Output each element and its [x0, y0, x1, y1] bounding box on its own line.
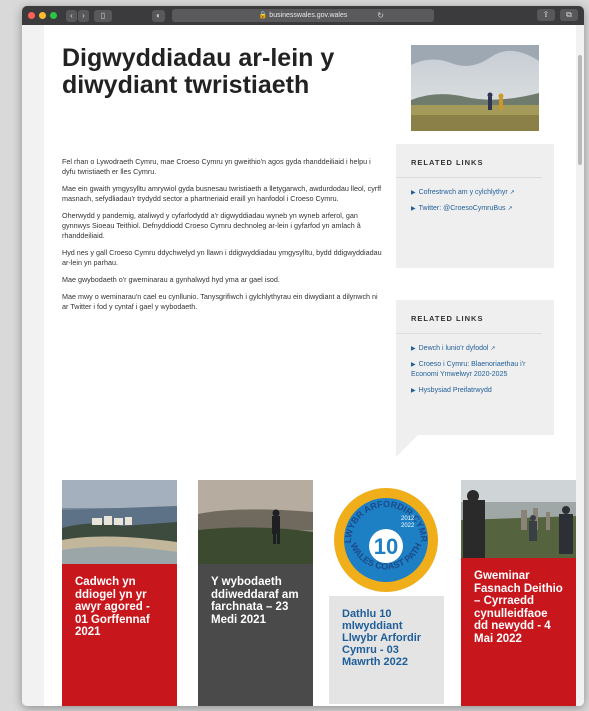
arrow-icon: ▶	[411, 190, 416, 196]
forward-button[interactable]: ›	[78, 9, 89, 22]
related-link[interactable]: ▶ Hysbysiad Preifatrwydd	[411, 386, 542, 396]
article-body: Fel rhan o Lywodraeth Cymru, mae Croeso …	[62, 157, 384, 319]
card-title: Dathlu 10 mlwyddiant Llwybr Arfordir Cym…	[329, 596, 444, 704]
browser-toolbar: ‹ › ▯ ◐ 🔒 businesswales.gov.wales ↻ ⇪ ⧉	[22, 6, 584, 25]
page-content: Digwyddiadau ar-lein y diwydiant twristi…	[44, 25, 576, 706]
svg-text:2022: 2022	[401, 523, 415, 529]
svg-text:2012: 2012	[401, 516, 415, 522]
card-title: Y wybodaeth ddiweddaraf am farchnata – 2…	[198, 564, 313, 706]
page-viewport: Digwyddiadau ar-lein y diwydiant twristi…	[22, 25, 584, 706]
related-link[interactable]: ▶ Twitter: @CroesoCymruBus ↗	[411, 204, 542, 214]
panel-notch	[396, 435, 418, 457]
reload-icon[interactable]: ↻	[377, 9, 384, 22]
paragraph: Hyd nes y gall Croeso Cymru ddychwelyd y…	[62, 248, 382, 267]
scrollbar[interactable]	[578, 55, 582, 165]
paragraph: Mae mwy o weminarau'n cael eu cynllunio.…	[62, 292, 378, 311]
zoom-window-button[interactable]	[50, 12, 57, 19]
arrow-icon: ▶	[411, 346, 416, 352]
paragraph: Mae ein gwaith ymgysylltu amrywiol gyda …	[62, 184, 382, 203]
wales-coast-path-logo: LLWYBR ARFORDIR CYMRU WALES COAST PATH 2…	[329, 480, 444, 596]
page-title: Digwyddiadau ar-lein y diwydiant twristi…	[62, 44, 335, 99]
external-link-icon: ↗	[509, 190, 515, 196]
external-link-icon: ↗	[507, 206, 513, 212]
related-links-panel: RELATED LINKS ▶ Cofrestrwch am y cylchlyt…	[396, 144, 554, 268]
card-image	[198, 480, 313, 564]
hero-image	[411, 45, 539, 131]
news-card[interactable]: LLWYBR ARFORDIR CYMRU WALES COAST PATH 2…	[329, 480, 444, 706]
external-link-icon: ↗	[490, 346, 496, 352]
related-links-heading: RELATED LINKS	[396, 144, 542, 178]
card-image	[62, 480, 177, 564]
arrow-icon: ▶	[411, 362, 416, 368]
arrow-icon: ▶	[411, 388, 416, 394]
related-links-heading: RELATED LINKS	[396, 300, 542, 334]
related-link[interactable]: ▶ Cofrestrwch am y cylchlythyr ↗	[411, 188, 542, 198]
related-link[interactable]: ▶ Croeso i Cymru: Blaenoriaethau i'r Econ…	[411, 360, 542, 380]
lock-icon: 🔒	[258, 12, 268, 19]
news-card[interactable]: Y wybodaeth ddiweddaraf am farchnata – 2…	[198, 480, 313, 706]
paragraph: Mae gwybodaeth o'r gweminarau a gynhalwy…	[62, 275, 280, 284]
card-image	[461, 480, 576, 558]
card-title: Gweminar Fasnach Deithio – Cyrraedd cynu…	[461, 558, 576, 706]
close-window-button[interactable]	[28, 12, 35, 19]
address-text: businesswales.gov.wales	[269, 12, 348, 19]
arrow-icon: ▶	[411, 206, 416, 212]
card-title: Cadwch yn ddiogel yn yr awyr agored - 01…	[62, 564, 177, 706]
news-card[interactable]: Gweminar Fasnach Deithio – Cyrraedd cynu…	[461, 480, 576, 706]
sidebar-icon[interactable]: ▯	[94, 9, 112, 22]
minimize-window-button[interactable]	[39, 12, 46, 19]
browser-window: ‹ › ▯ ◐ 🔒 businesswales.gov.wales ↻ ⇪ ⧉ …	[22, 6, 584, 706]
tabs-icon[interactable]: ⧉	[560, 9, 578, 21]
news-card[interactable]: Cadwch yn ddiogel yn yr awyr agored - 01…	[62, 480, 177, 706]
related-links-panel-2: RELATED LINKS ▶ Dewch i lunio'r dyfodol ↗…	[396, 300, 554, 457]
privacy-icon[interactable]: ◐	[152, 9, 165, 22]
address-bar[interactable]: 🔒 businesswales.gov.wales ↻	[172, 9, 434, 22]
back-button[interactable]: ‹	[66, 9, 77, 22]
paragraph: Fel rhan o Lywodraeth Cymru, mae Croeso …	[62, 157, 371, 176]
svg-text:10: 10	[374, 534, 398, 559]
share-icon[interactable]: ⇪	[537, 9, 555, 21]
related-link[interactable]: ▶ Dewch i lunio'r dyfodol ↗	[411, 344, 542, 354]
paragraph: Oherwydd y pandemig, ataliwyd y cyfarfod…	[62, 211, 361, 240]
